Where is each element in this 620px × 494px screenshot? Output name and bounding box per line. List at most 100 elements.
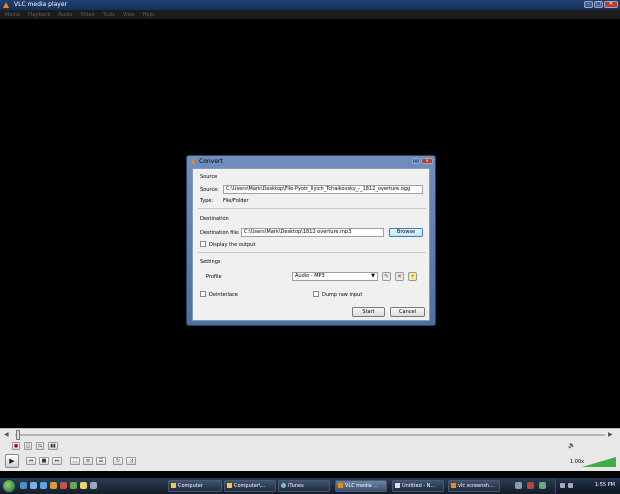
dialog-close-button[interactable]: ✕ — [421, 158, 433, 164]
source-section-label: Source — [200, 174, 218, 180]
itunes-icon — [281, 483, 286, 488]
snapshot-icon[interactable]: ◫ — [24, 442, 32, 450]
window-title: VLC media player — [14, 1, 68, 8]
minimize-button[interactable]: – — [584, 1, 593, 8]
folder-icon — [171, 483, 176, 488]
dump-raw-checkbox[interactable] — [313, 291, 319, 297]
loop-icon[interactable]: ↻ — [113, 457, 123, 465]
browse-button[interactable]: Browse — [389, 228, 423, 237]
menu-help[interactable]: Help — [143, 12, 154, 18]
quicklaunch-media-icon[interactable] — [50, 482, 57, 489]
taskbar-item-notepad[interactable]: Untitled - N... — [392, 480, 444, 492]
loop-ab-icon[interactable]: ⇆ — [36, 442, 44, 450]
menu-audio[interactable]: Audio — [58, 12, 72, 18]
playlist-icon[interactable]: ☰ — [96, 457, 106, 465]
display-output-checkbox[interactable] — [200, 241, 206, 247]
seek-bar[interactable]: ◀ ▶ — [0, 428, 620, 440]
start-button[interactable] — [2, 479, 16, 493]
display-output-label: Display the output — [209, 242, 256, 248]
tray-app-icon[interactable] — [515, 482, 522, 489]
settings-section-label: Settings — [200, 259, 221, 265]
menu-video[interactable]: Video — [81, 12, 95, 18]
delete-profile-icon[interactable]: ✕ — [395, 272, 404, 281]
stop-icon[interactable]: ■ — [39, 457, 49, 465]
taskbar-item-computer[interactable]: Computer — [168, 480, 222, 492]
divider — [198, 208, 426, 209]
dialog-title-bar: Convert □ ✕ — [187, 156, 435, 167]
dialog-body: Source Source: C:\Users\Mark\Desktop\Fil… — [192, 168, 430, 321]
cancel-button[interactable]: Cancel — [390, 307, 425, 317]
destination-section-label: Destination — [200, 216, 229, 222]
tray-app3-icon[interactable] — [539, 482, 546, 489]
shuffle-icon[interactable]: ⤨ — [126, 457, 136, 465]
taskbar-item-computer-2[interactable]: Computer\... — [224, 480, 276, 492]
extended-settings-icon[interactable]: ≡ — [83, 457, 93, 465]
profile-label: Profile — [206, 274, 222, 280]
deinterlace-label: Deinterlace — [209, 292, 238, 298]
deinterlace-checkbox[interactable] — [200, 291, 206, 297]
menu-media[interactable]: Media — [5, 12, 20, 18]
dump-raw-label: Dump raw input — [322, 292, 363, 298]
next-icon[interactable]: ⏭ — [52, 457, 62, 465]
speaker-icon[interactable] — [568, 483, 573, 488]
record-icon[interactable]: ● — [12, 442, 20, 450]
type-label: Type: — [200, 198, 214, 204]
taskbar: Computer Computer\... iTunes VLC media .… — [0, 478, 620, 494]
taskbar-item-vlc-screenshot[interactable]: vlc screensh... — [448, 480, 500, 492]
start-button[interactable]: Start — [352, 307, 385, 317]
new-profile-icon[interactable]: ✦ — [408, 272, 417, 281]
quicklaunch-switch-icon[interactable] — [40, 482, 47, 489]
dialog-maximize-button[interactable]: □ — [412, 158, 420, 164]
destination-field[interactable]: C:\Users\Mark\Desktop\1812 overture.mp3 — [241, 228, 384, 237]
frame-step-icon[interactable]: ▮▮ — [48, 442, 58, 450]
volume-icon[interactable]: 🔈 — [568, 442, 575, 449]
maximize-button[interactable]: □ — [594, 1, 603, 8]
vlc-cone-icon — [3, 2, 9, 8]
taskbar-item-vlc[interactable]: VLC media ... — [335, 480, 387, 492]
notepad-icon — [395, 483, 400, 488]
edit-profile-icon[interactable]: ✎ — [382, 272, 391, 281]
clock[interactable]: 1:55 PM — [595, 482, 615, 488]
play-button[interactable]: ▶ — [5, 454, 19, 468]
rewind-small-icon: ◀ — [4, 431, 9, 438]
convert-dialog: Convert □ ✕ Source Source: C:\Users\Mark… — [186, 155, 436, 326]
window-controls: – □ ✕ — [584, 1, 618, 8]
quicklaunch-app3-icon[interactable] — [90, 482, 97, 489]
vlc-cone-icon — [338, 483, 343, 488]
dialog-window-controls: □ ✕ — [412, 158, 433, 164]
quicklaunch-folder-icon[interactable] — [80, 482, 87, 489]
quicklaunch-app2-icon[interactable] — [70, 482, 77, 489]
chevron-down-icon: ▼ — [371, 273, 375, 279]
previous-icon[interactable]: ⏮ — [26, 457, 36, 465]
system-tray: 1:55 PM — [555, 479, 620, 493]
dialog-title: Convert — [199, 158, 223, 165]
close-button[interactable]: ✕ — [604, 1, 618, 8]
player-controls: ● ◫ ⇆ ▮▮ ▶ ⏮ ■ ⏭ ⛶ ≡ ☰ ↻ ⤨ 🔈 1.00x — [0, 440, 620, 471]
type-value: File/Folder — [223, 198, 249, 204]
menu-playback[interactable]: Playback — [28, 12, 50, 18]
profile-select[interactable]: Audio - MP3 ▼ — [292, 272, 378, 281]
divider — [198, 252, 426, 253]
vlc-cone-icon — [191, 158, 195, 164]
fullscreen-icon[interactable]: ⛶ — [70, 457, 80, 465]
seek-track[interactable] — [15, 434, 605, 436]
tray-app2-icon[interactable] — [527, 482, 534, 489]
profile-value: Audio - MP3 — [295, 273, 325, 279]
destination-label: Destination file: — [200, 230, 240, 236]
vlc-title-bar: VLC media player – □ ✕ — [0, 0, 620, 10]
volume-slider[interactable] — [582, 457, 616, 467]
source-label: Source: — [200, 187, 219, 193]
taskbar-item-itunes[interactable]: iTunes — [278, 480, 330, 492]
source-field[interactable]: C:\Users\Mark\Desktop\File-Pyotr_Ilyich_… — [223, 185, 423, 194]
seek-handle[interactable] — [16, 430, 20, 440]
menu-bar: Media Playback Audio Video Tools View He… — [0, 10, 620, 19]
network-icon[interactable] — [560, 483, 565, 488]
forward-small-icon: ▶ — [608, 431, 613, 438]
quicklaunch-app-icon[interactable] — [60, 482, 67, 489]
vlc-cone-icon — [451, 483, 456, 488]
menu-view[interactable]: View — [123, 12, 135, 18]
quicklaunch-ie-icon[interactable] — [20, 482, 27, 489]
quicklaunch-desktop-icon[interactable] — [30, 482, 37, 489]
menu-tools[interactable]: Tools — [103, 12, 115, 18]
folder-icon — [227, 483, 232, 488]
